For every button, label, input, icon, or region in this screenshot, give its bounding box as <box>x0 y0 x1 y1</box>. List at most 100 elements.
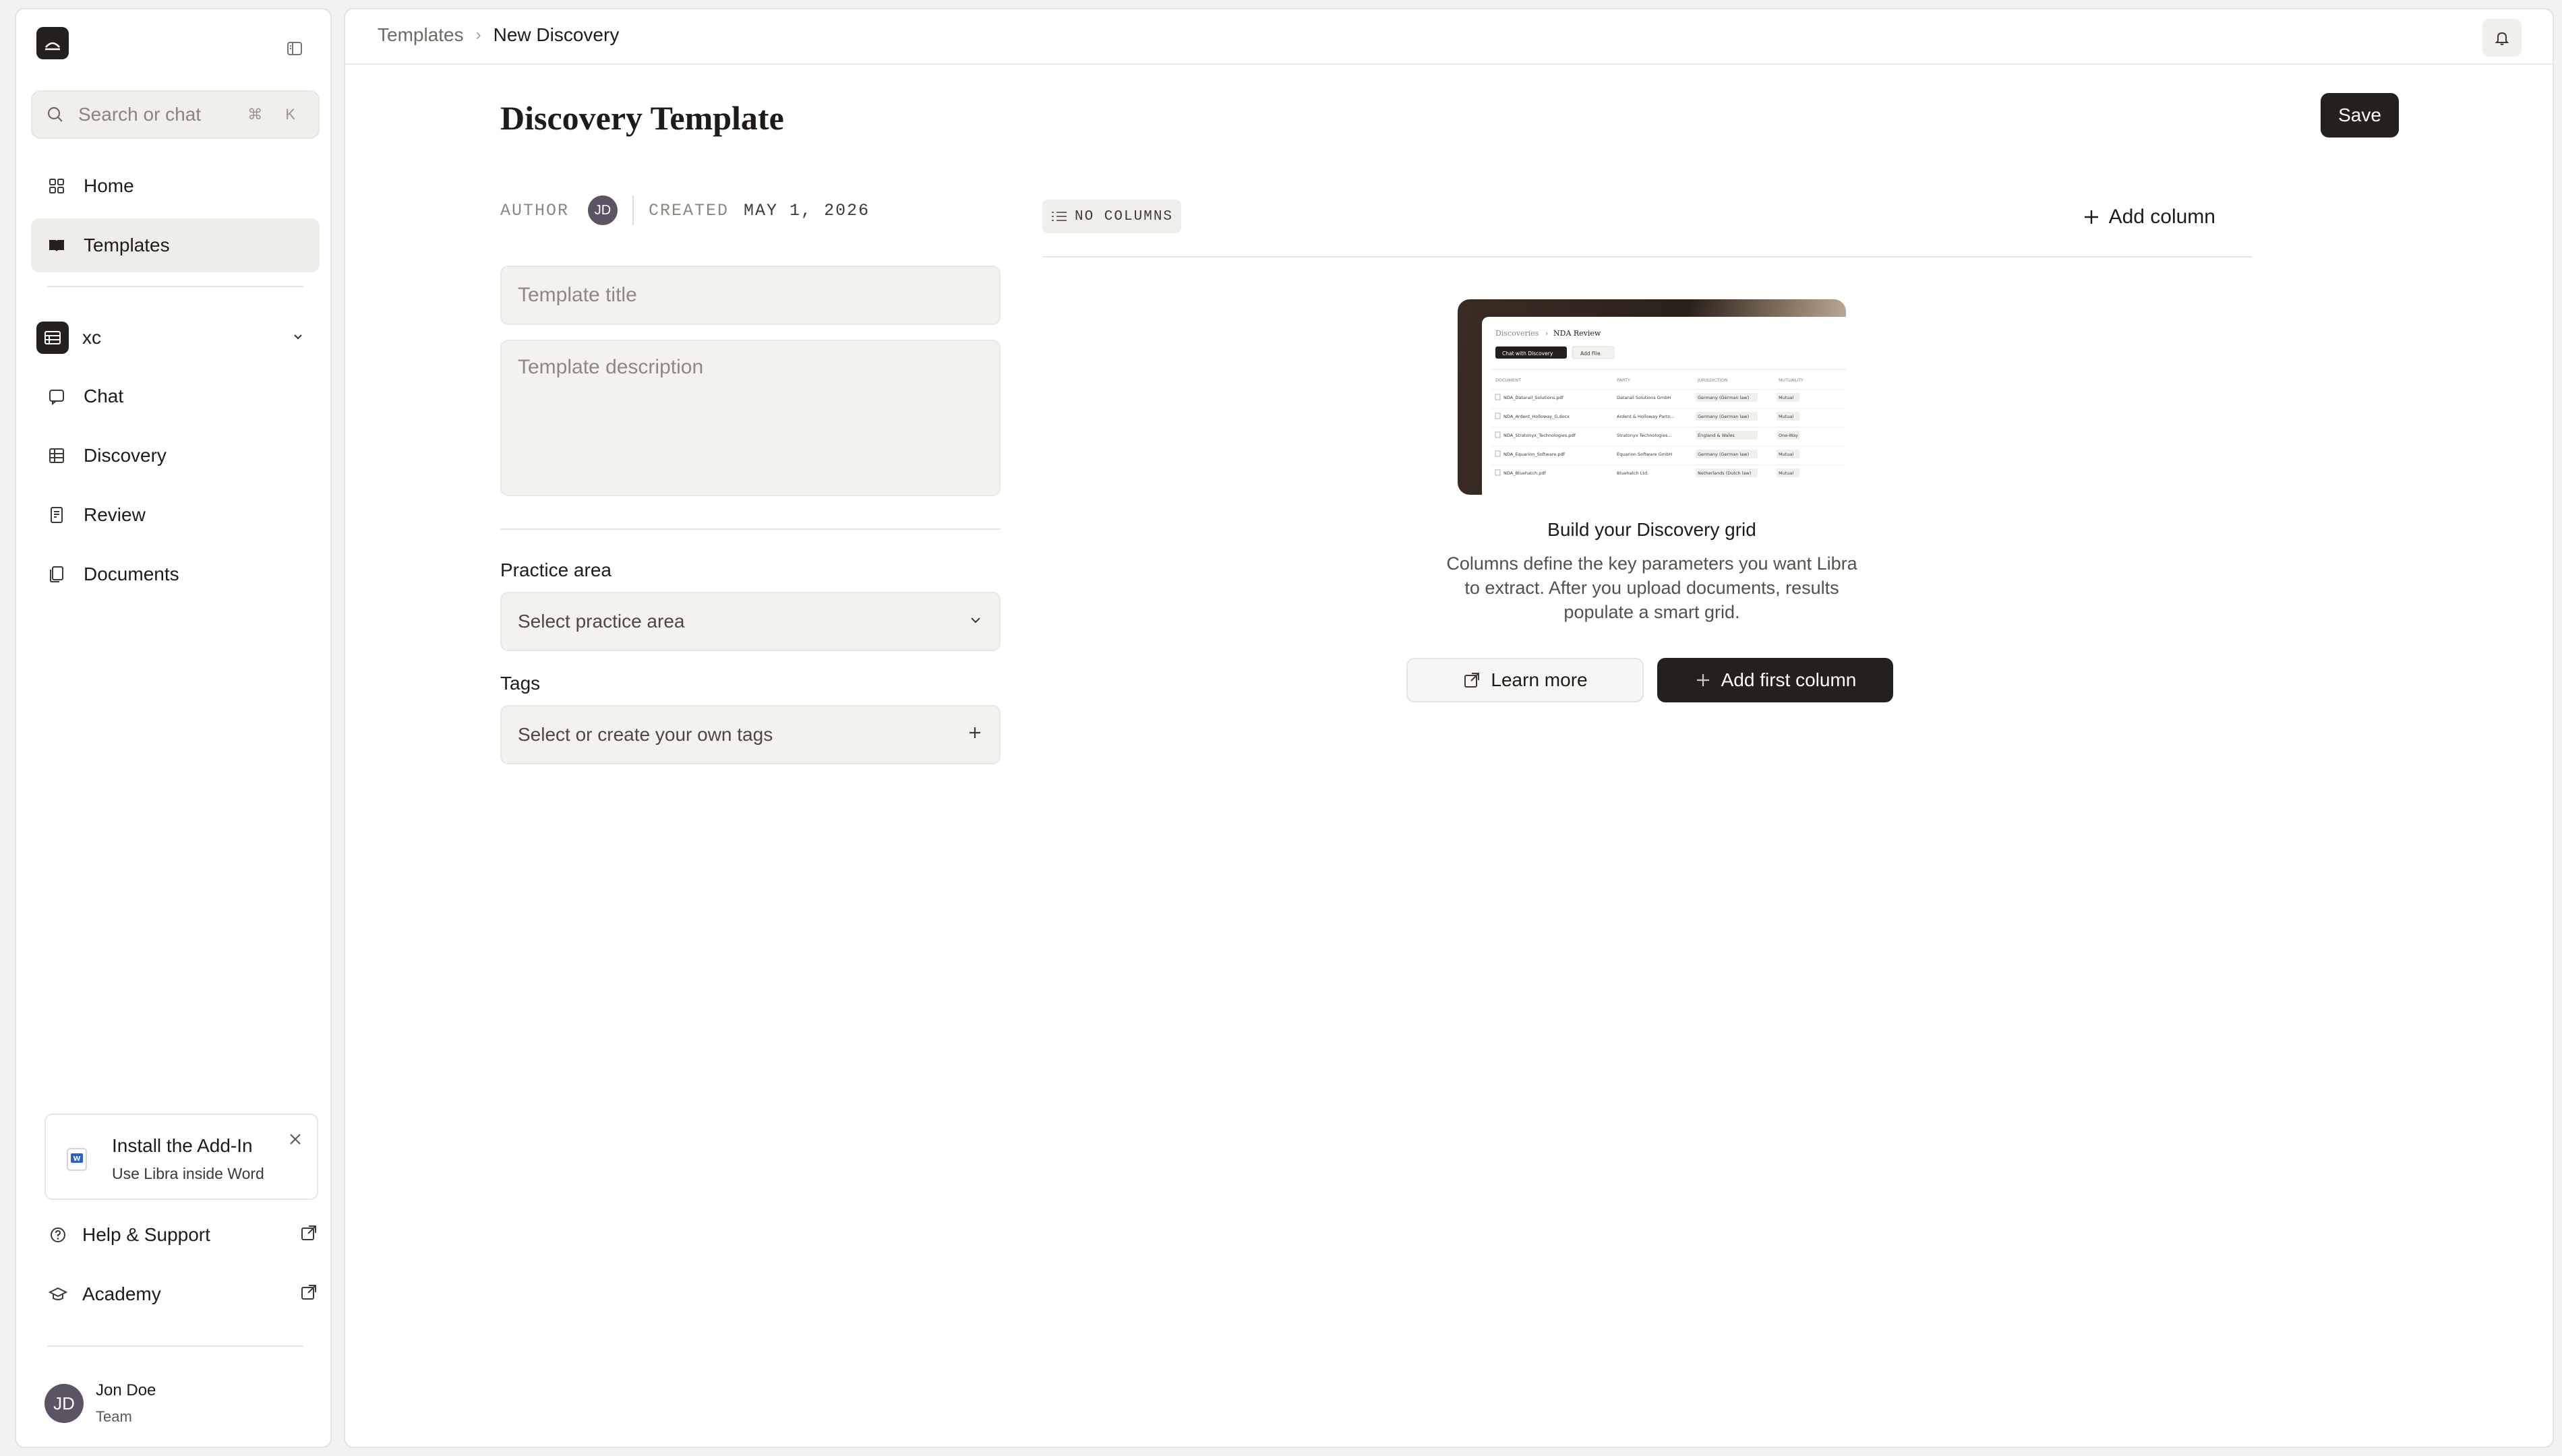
add-first-column-button[interactable]: Add first column <box>1657 658 1893 702</box>
columns-list-icon <box>1050 209 1068 224</box>
nav-item-review[interactable]: Review <box>31 488 320 542</box>
preview-cell: Germany (German law) <box>1698 395 1749 400</box>
documents-icon <box>43 561 70 588</box>
preview-file-icon <box>1495 394 1501 400</box>
user-name: Jon Doe <box>96 1381 156 1399</box>
preview-cell: Germany (German law) <box>1698 414 1749 419</box>
workspace-name: xc <box>82 327 101 348</box>
preview-cell: Datarail Solutions GmbH <box>1617 395 1671 400</box>
chat-icon <box>43 383 70 410</box>
graduation-cap-icon <box>44 1281 71 1308</box>
external-link-icon <box>1462 671 1481 690</box>
search-placeholder: Search or chat <box>78 104 202 125</box>
bell-icon <box>2495 32 2509 45</box>
sidebar-toggle-icon <box>287 42 302 55</box>
breadcrumb: Templates › New Discovery <box>378 24 619 46</box>
notifications-button[interactable] <box>2482 19 2522 57</box>
preview-cell: Mutual <box>1779 414 1793 419</box>
breadcrumb-separator: › <box>475 26 481 44</box>
preview-cell: Ardent & Holloway Partn... <box>1617 414 1675 419</box>
preview-cell: NDA_Stratonyx_Technologies.pdf <box>1503 433 1576 438</box>
collapse-sidebar-button[interactable] <box>281 35 308 62</box>
avatar: JD <box>44 1384 84 1423</box>
add-column-button[interactable]: Add column <box>2082 201 2215 233</box>
nav-label: Chat <box>84 386 124 406</box>
close-icon[interactable] <box>283 1127 307 1151</box>
svg-text:›: › <box>1545 329 1548 338</box>
add-first-column-label: Add first column <box>1721 669 1857 690</box>
external-link-icon <box>299 1283 318 1306</box>
nav-label: Documents <box>84 564 179 584</box>
practice-area-select[interactable]: Select practice area <box>500 592 1001 651</box>
nav-label: Discovery <box>84 445 167 466</box>
no-columns-badge: NO COLUMNS <box>1042 200 1182 233</box>
nav-label: Review <box>84 504 146 525</box>
preview-cell: Germany (German law) <box>1698 452 1749 457</box>
preview-column-header: MUTUALITY <box>1779 377 1804 383</box>
save-button[interactable]: Save <box>2321 93 2399 138</box>
app-logo[interactable] <box>36 27 69 59</box>
learn-more-label: Learn more <box>1491 669 1588 690</box>
preview-chat-button: Chat with Discovery <box>1502 351 1553 357</box>
academy-link[interactable]: Academy <box>44 1273 328 1316</box>
tags-input[interactable]: Select or create your own tags <box>500 705 1001 764</box>
plus-icon[interactable] <box>967 724 983 746</box>
preview-file-icon <box>1495 450 1501 457</box>
preview-cell: Stratonyx Technologies... <box>1617 433 1672 438</box>
nav-item-chat[interactable]: Chat <box>31 369 320 423</box>
preview-file-icon <box>1495 469 1501 476</box>
workspace-switcher[interactable]: xc <box>36 314 320 361</box>
nav-item-home[interactable]: Home <box>31 159 320 213</box>
plus-icon <box>1694 671 1712 689</box>
learn-more-button[interactable]: Learn more <box>1406 658 1644 702</box>
author-avatar: JD <box>588 195 618 225</box>
template-title-placeholder: Template title <box>518 284 637 306</box>
template-title-input[interactable]: Template title <box>500 266 1001 325</box>
help-icon <box>44 1221 71 1248</box>
preview-crumb-parent: Discoveries <box>1495 329 1539 338</box>
book-icon <box>43 232 70 259</box>
practice-area-placeholder: Select practice area <box>518 611 685 632</box>
page-title: Discovery Template <box>500 99 784 137</box>
preview-cell: Netherlands (Dutch law) <box>1698 471 1751 476</box>
template-description-placeholder: Template description <box>518 356 704 378</box>
nav-item-templates[interactable]: Templates <box>31 218 320 272</box>
help-support-link[interactable]: Help & Support <box>44 1213 328 1256</box>
preview-column-header: JURISDICTION <box>1697 377 1728 383</box>
meta-divider <box>632 195 634 225</box>
table-icon <box>43 442 70 469</box>
nav-item-documents[interactable]: Documents <box>31 547 320 601</box>
addin-title: Install the Add-In <box>112 1135 253 1156</box>
form-divider <box>500 528 1001 530</box>
sidebar: Search or chat ⌘ K Home Templates xc Cha… <box>15 8 332 1448</box>
preview-cell: Mutual <box>1779 395 1793 400</box>
workspace-icon <box>36 322 69 354</box>
search-input[interactable]: Search or chat ⌘ K <box>31 90 320 139</box>
preview-file-icon <box>1495 413 1501 419</box>
preview-cell: Mutual <box>1779 452 1793 457</box>
external-link-icon <box>299 1223 318 1247</box>
empty-state-title: Build your Discovery grid <box>1547 519 1756 540</box>
user-role: Team <box>96 1408 132 1425</box>
plus-icon <box>2082 208 2101 226</box>
sidebar-divider <box>47 286 303 287</box>
preview-cell: Equarion Software GmbH <box>1617 452 1672 457</box>
template-description-input[interactable]: Template description <box>500 340 1001 496</box>
preview-cell: NDA_Datarail_Solutions.pdf <box>1503 395 1564 400</box>
preview-crumb-current: NDA Review <box>1553 329 1601 338</box>
academy-label: Academy <box>82 1283 161 1304</box>
addin-card[interactable]: W Install the Add-In Use Libra inside Wo… <box>44 1114 318 1200</box>
tags-label: Tags <box>500 673 541 694</box>
preview-cell: England & Wales <box>1698 433 1735 438</box>
created-label: CREATED <box>649 200 729 220</box>
template-meta: AUTHOR JD CREATED MAY 1, 2026 <box>500 195 870 225</box>
user-profile[interactable]: JD Jon Doe Team <box>44 1376 156 1430</box>
nav-item-discovery[interactable]: Discovery <box>31 429 320 483</box>
svg-text:W: W <box>73 1155 80 1163</box>
preview-cell: One-Way <box>1779 433 1798 438</box>
word-icon: W <box>66 1147 88 1172</box>
search-icon <box>47 107 63 122</box>
breadcrumb-templates[interactable]: Templates <box>378 24 464 46</box>
grid-icon <box>43 173 70 200</box>
preview-cell: Mutual <box>1779 471 1793 476</box>
